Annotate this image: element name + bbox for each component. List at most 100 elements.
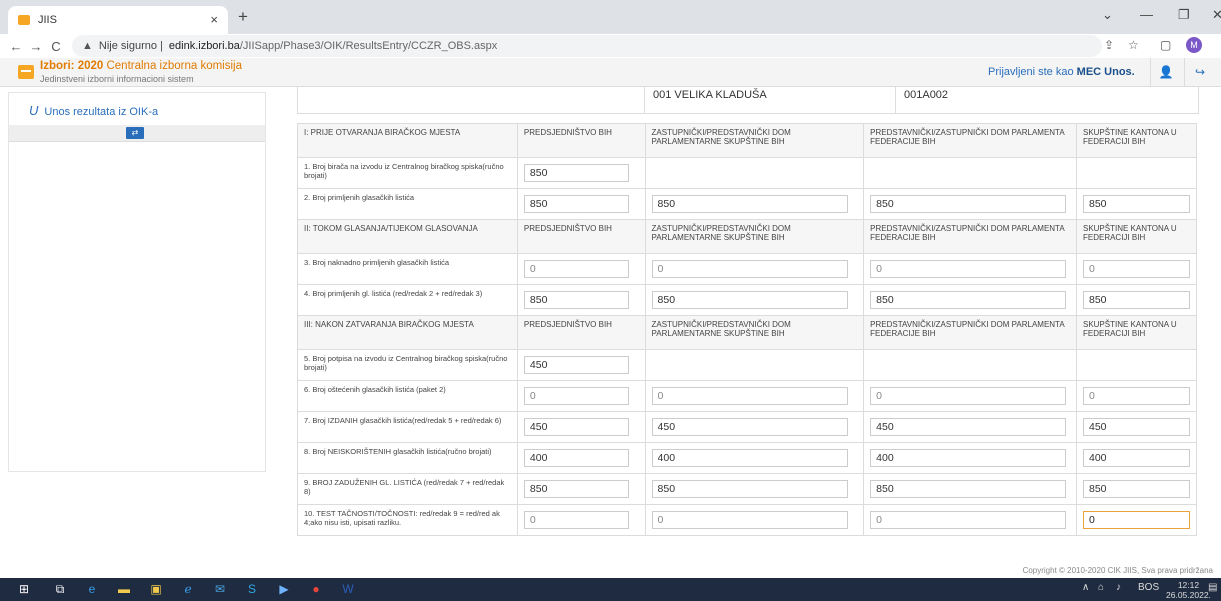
forward-button[interactable]: → [26, 39, 46, 54]
tab-title: JIIS [38, 14, 57, 26]
column-header: ZASTUPNIČKI/PREDSTAVNIČKI DOM PARLAMENTA… [644, 219, 865, 254]
url-path: /JIISapp/Phase3/OIK/ResultsEntry/CCZR_OB… [239, 40, 498, 52]
share-icon[interactable]: ⇪ [1104, 38, 1114, 52]
result-input[interactable] [1082, 387, 1190, 405]
word-icon[interactable]: W [340, 582, 356, 597]
result-input[interactable] [523, 356, 629, 374]
sidebar: U Unos rezultata iz OIK-a ⇄ [8, 92, 266, 472]
column-header: PREDSJEDNIŠTVO BIH [516, 219, 646, 254]
file-explorer-icon[interactable]: ▬ [116, 582, 132, 597]
result-input[interactable] [1082, 260, 1190, 278]
user-profile-button[interactable]: 👤 [1150, 58, 1181, 86]
section-title: II: TOKOM GLASANJA/TIJEKOM GLASOVANJA [297, 219, 518, 254]
row-label: 5. Broj potpisa na izvodu iz Centralnog … [297, 349, 518, 381]
sidebar-item-label: Unos rezultata iz OIK-a [44, 106, 159, 118]
back-button[interactable]: ← [6, 39, 26, 54]
result-input[interactable] [523, 511, 629, 529]
language-indicator[interactable]: BOS [1138, 582, 1159, 593]
result-input[interactable] [1082, 418, 1190, 436]
result-input[interactable] [870, 418, 1067, 436]
tab-close-icon[interactable]: × [210, 12, 218, 27]
warning-icon: ▲ [82, 40, 93, 52]
new-tab-button[interactable]: + [238, 7, 248, 27]
logout-button[interactable]: ↪ [1184, 58, 1215, 86]
result-input[interactable] [651, 418, 848, 436]
result-input[interactable] [651, 260, 848, 278]
profile-avatar[interactable]: M [1186, 37, 1202, 53]
column-header: SKUPŠTINE KANTONA U FEDERACIJI BIH [1075, 219, 1198, 254]
outlook-icon[interactable]: ✉ [212, 582, 228, 597]
maximize-button[interactable]: ❐ [1178, 7, 1190, 23]
result-input[interactable] [523, 387, 629, 405]
app-title: Izbori: 2020 Centralna izborna komisija [40, 60, 242, 72]
result-input[interactable] [523, 260, 629, 278]
result-input[interactable] [870, 291, 1067, 309]
result-input[interactable] [1082, 480, 1190, 498]
results-entry-icon: U [29, 103, 39, 118]
section-header-row: III: NAKON ZATVARANJA BIRAČKOG MJESTA PR… [297, 315, 1198, 350]
result-input[interactable] [523, 418, 629, 436]
ie-icon[interactable]: ℯ [180, 582, 196, 597]
column-header: SKUPŠTINE KANTONA U FEDERACIJI BIH [1075, 123, 1198, 158]
volume-icon[interactable]: ♪ [1116, 582, 1121, 593]
result-input[interactable] [651, 511, 848, 529]
store-icon[interactable]: ▣ [148, 582, 164, 597]
skype-icon[interactable]: S [244, 582, 260, 597]
table-row: 2. Broj primljenih glasačkih listića [297, 188, 1198, 220]
result-input[interactable] [651, 449, 848, 467]
result-input-focused[interactable] [1082, 511, 1190, 529]
media-icon[interactable]: ▶ [276, 582, 292, 597]
minimize-button[interactable]: — [1140, 7, 1153, 22]
table-row: 1. Broj birača na izvodu iz Centralnog b… [297, 157, 1198, 189]
result-input[interactable] [870, 195, 1067, 213]
result-input[interactable] [870, 480, 1067, 498]
result-input[interactable] [523, 291, 629, 309]
row-label: 7. Broj IZDANIH glasačkih listića(red/re… [297, 411, 518, 443]
result-input[interactable] [870, 260, 1067, 278]
result-input[interactable] [870, 511, 1067, 529]
result-input[interactable] [523, 449, 629, 467]
notification-icon[interactable]: ▤ [1208, 582, 1217, 593]
result-input[interactable] [870, 387, 1067, 405]
result-input[interactable] [523, 195, 629, 213]
archive-box-icon [18, 65, 34, 79]
task-view-icon[interactable]: ⧉ [52, 582, 68, 597]
column-header: PREDSJEDNIŠTVO BIH [516, 315, 646, 350]
logged-in-status: Prijavljeni ste kao MEC Unos. [988, 66, 1135, 78]
result-input[interactable] [523, 164, 629, 182]
row-label: 8. Broj NEISKORIŠTENIH glasačkih listića… [297, 442, 518, 474]
result-input[interactable] [651, 387, 848, 405]
table-row: 10. TEST TAČNOSTI/TOČNOSTI: red/redak 9 … [297, 504, 1198, 536]
url-bar[interactable]: ▲ Nije sigurno | edink.izbori.ba /JIISap… [72, 35, 1102, 57]
result-input[interactable] [1082, 195, 1190, 213]
side-panel-icon[interactable]: ▢ [1160, 38, 1171, 52]
polling-station-info-row: 001 VELIKA KLADUŠA 001A002 [297, 86, 1199, 114]
reload-button[interactable]: C [46, 39, 66, 54]
edge-icon[interactable]: e [84, 582, 100, 597]
windows-start-icon[interactable]: ⊞ [16, 582, 32, 597]
table-row: 9. BROJ ZADUŽENIH GL. LISTIĆA (red/redak… [297, 473, 1198, 505]
result-input[interactable] [1082, 449, 1190, 467]
sidebar-item-results-entry[interactable]: U Unos rezultata iz OIK-a [29, 103, 158, 118]
results-entry-table: I: PRIJE OTVARANJA BIRAČKOG MJESTA PREDS… [297, 123, 1198, 536]
result-input[interactable] [1082, 291, 1190, 309]
sidebar-toggle-icon[interactable]: ⇄ [126, 127, 144, 139]
browser-tab[interactable]: JIIS × [8, 6, 228, 34]
chrome-icon[interactable]: ● [308, 582, 324, 597]
copyright-text: Copyright © 2010-2020 CIK JIIS, Sva prav… [1022, 566, 1213, 575]
result-input[interactable] [651, 480, 848, 498]
bookmark-star-icon[interactable]: ☆ [1128, 38, 1139, 52]
tray-chevron-icon[interactable]: ∧ [1082, 582, 1089, 593]
municipality-name: 001 VELIKA KLADUŠA [644, 87, 767, 113]
network-icon[interactable]: ⌂ [1098, 582, 1104, 593]
taskbar-clock[interactable]: 12:12 26.05.2022. [1166, 580, 1211, 600]
table-row: 8. Broj NEISKORIŠTENIH glasačkih listića… [297, 442, 1198, 474]
section-title: III: NAKON ZATVARANJA BIRAČKOG MJESTA [297, 315, 518, 350]
tab-search-chevron-icon[interactable]: ⌄ [1102, 7, 1113, 23]
table-row: 4. Broj primljenih gl. listića (red/reda… [297, 284, 1198, 316]
result-input[interactable] [651, 195, 848, 213]
result-input[interactable] [870, 449, 1067, 467]
result-input[interactable] [651, 291, 848, 309]
close-window-button[interactable]: ✕ [1212, 7, 1221, 23]
result-input[interactable] [523, 480, 629, 498]
